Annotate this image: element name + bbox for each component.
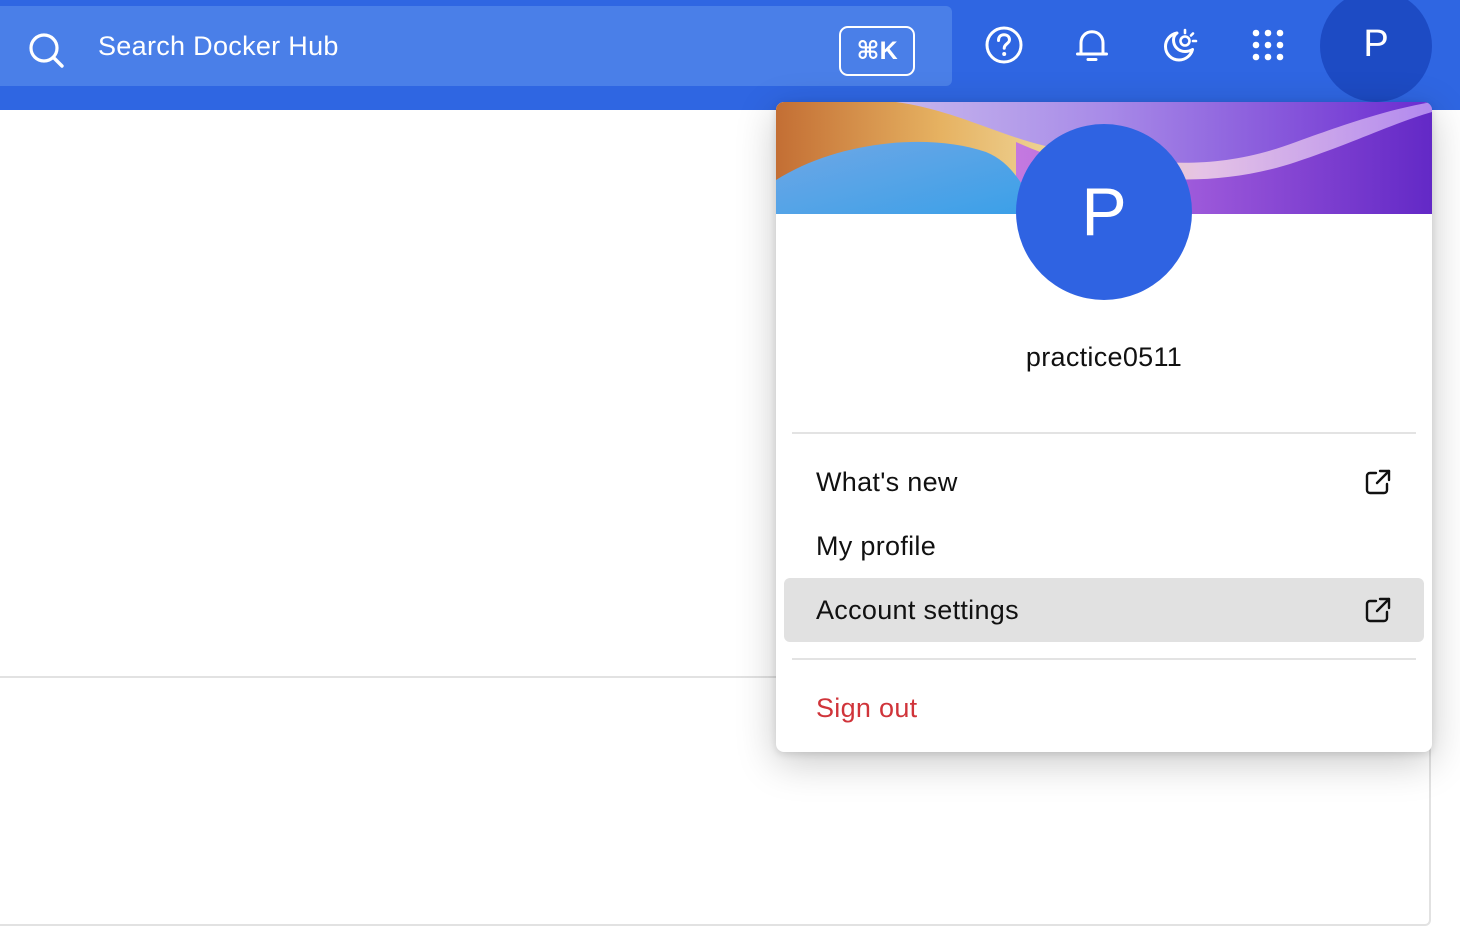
menu-item-account-settings[interactable]: Account settings: [784, 578, 1424, 642]
search-bar[interactable]: Search Docker Hub ⌘K: [0, 6, 952, 86]
username-label: practice0511: [1025, 342, 1183, 372]
sign-out-label: Sign out: [816, 693, 918, 723]
user-menu-dropdown: P practice0511 What's new My profile Acc…: [776, 102, 1432, 752]
menu-item-whats-new[interactable]: What's new: [784, 450, 1424, 514]
external-link-icon: [1365, 469, 1391, 495]
sign-out-button[interactable]: Sign out: [784, 676, 1424, 740]
profile-avatar: P: [1016, 124, 1192, 300]
search-input[interactable]: Search Docker Hub: [98, 30, 339, 62]
menu-divider: [792, 432, 1416, 434]
menu-item-label: Account settings: [816, 595, 1019, 625]
external-link-icon: [1365, 597, 1391, 623]
top-nav-bar: Search Docker Hub ⌘K P: [0, 0, 1460, 110]
apps-grid-icon[interactable]: [1247, 24, 1289, 66]
search-shortcut-badge: ⌘K: [839, 26, 915, 76]
bell-icon[interactable]: [1071, 24, 1113, 66]
menu-item-label: My profile: [816, 531, 937, 561]
menu-item-my-profile[interactable]: My profile: [784, 514, 1424, 578]
theme-toggle-icon[interactable]: [1158, 24, 1200, 66]
menu-divider: [792, 658, 1416, 660]
user-avatar-button[interactable]: P: [1320, 0, 1432, 102]
search-icon: [29, 33, 64, 68]
menu-item-label: What's new: [816, 467, 958, 497]
help-icon[interactable]: [983, 24, 1025, 66]
